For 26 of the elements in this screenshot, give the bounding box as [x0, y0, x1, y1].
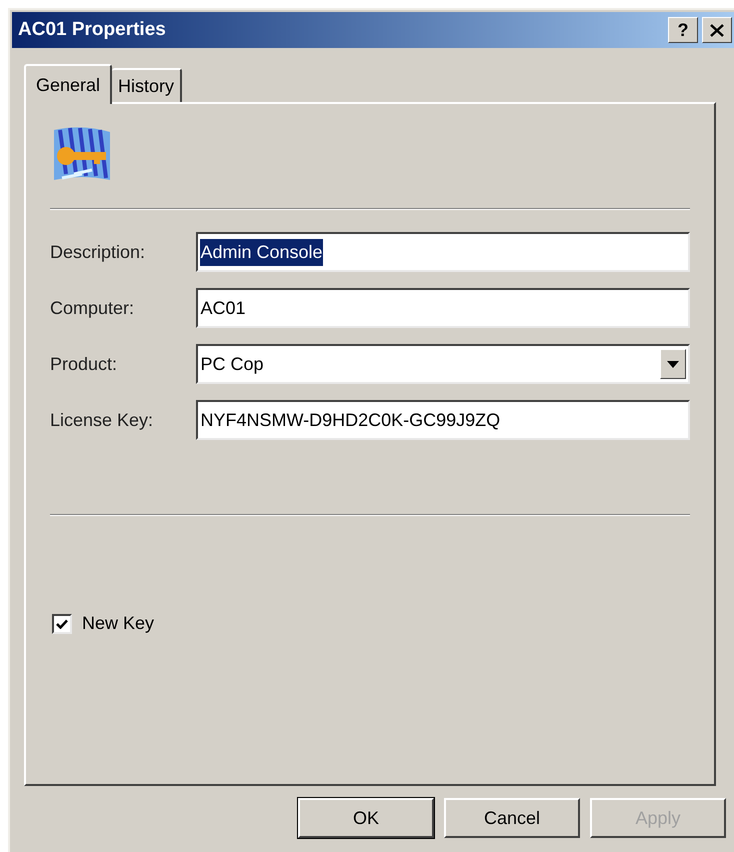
caret-icon: [667, 360, 679, 368]
dialog-button[interactable]: OK: [298, 798, 434, 838]
checkmark-icon: [56, 618, 68, 628]
field-value: PC Cop: [200, 352, 264, 376]
dialog-button[interactable]: Cancel: [444, 798, 580, 838]
field-value: AC01: [200, 296, 246, 320]
close-button[interactable]: [702, 17, 732, 43]
new-key-checkbox[interactable]: New Key: [52, 610, 154, 637]
dropdown-button[interactable]: [660, 349, 686, 379]
close-icon: [710, 24, 724, 36]
help-button[interactable]: ?: [668, 17, 698, 43]
field-label: Description:: [50, 240, 146, 264]
window-title: AC01 Properties: [18, 18, 166, 42]
field-label: Product:: [50, 352, 118, 376]
checkbox-label: New Key: [82, 612, 154, 635]
input-field[interactable]: AC01: [196, 288, 690, 328]
product-dropdown[interactable]: PC Cop: [196, 344, 690, 384]
field-value: Admin Console: [200, 238, 323, 266]
input-field[interactable]: Admin Console: [196, 232, 690, 272]
field-value: NYF4NSMW-D9HD2C0K-GC99J9ZQ: [200, 408, 500, 432]
tab[interactable]: General: [24, 64, 112, 104]
checkbox[interactable]: [52, 614, 72, 634]
tab[interactable]: History: [112, 68, 182, 102]
field-label: Computer:: [50, 296, 136, 320]
field-label: License Key:: [50, 408, 154, 432]
input-field[interactable]: NYF4NSMW-D9HD2C0K-GC99J9ZQ: [196, 400, 690, 440]
